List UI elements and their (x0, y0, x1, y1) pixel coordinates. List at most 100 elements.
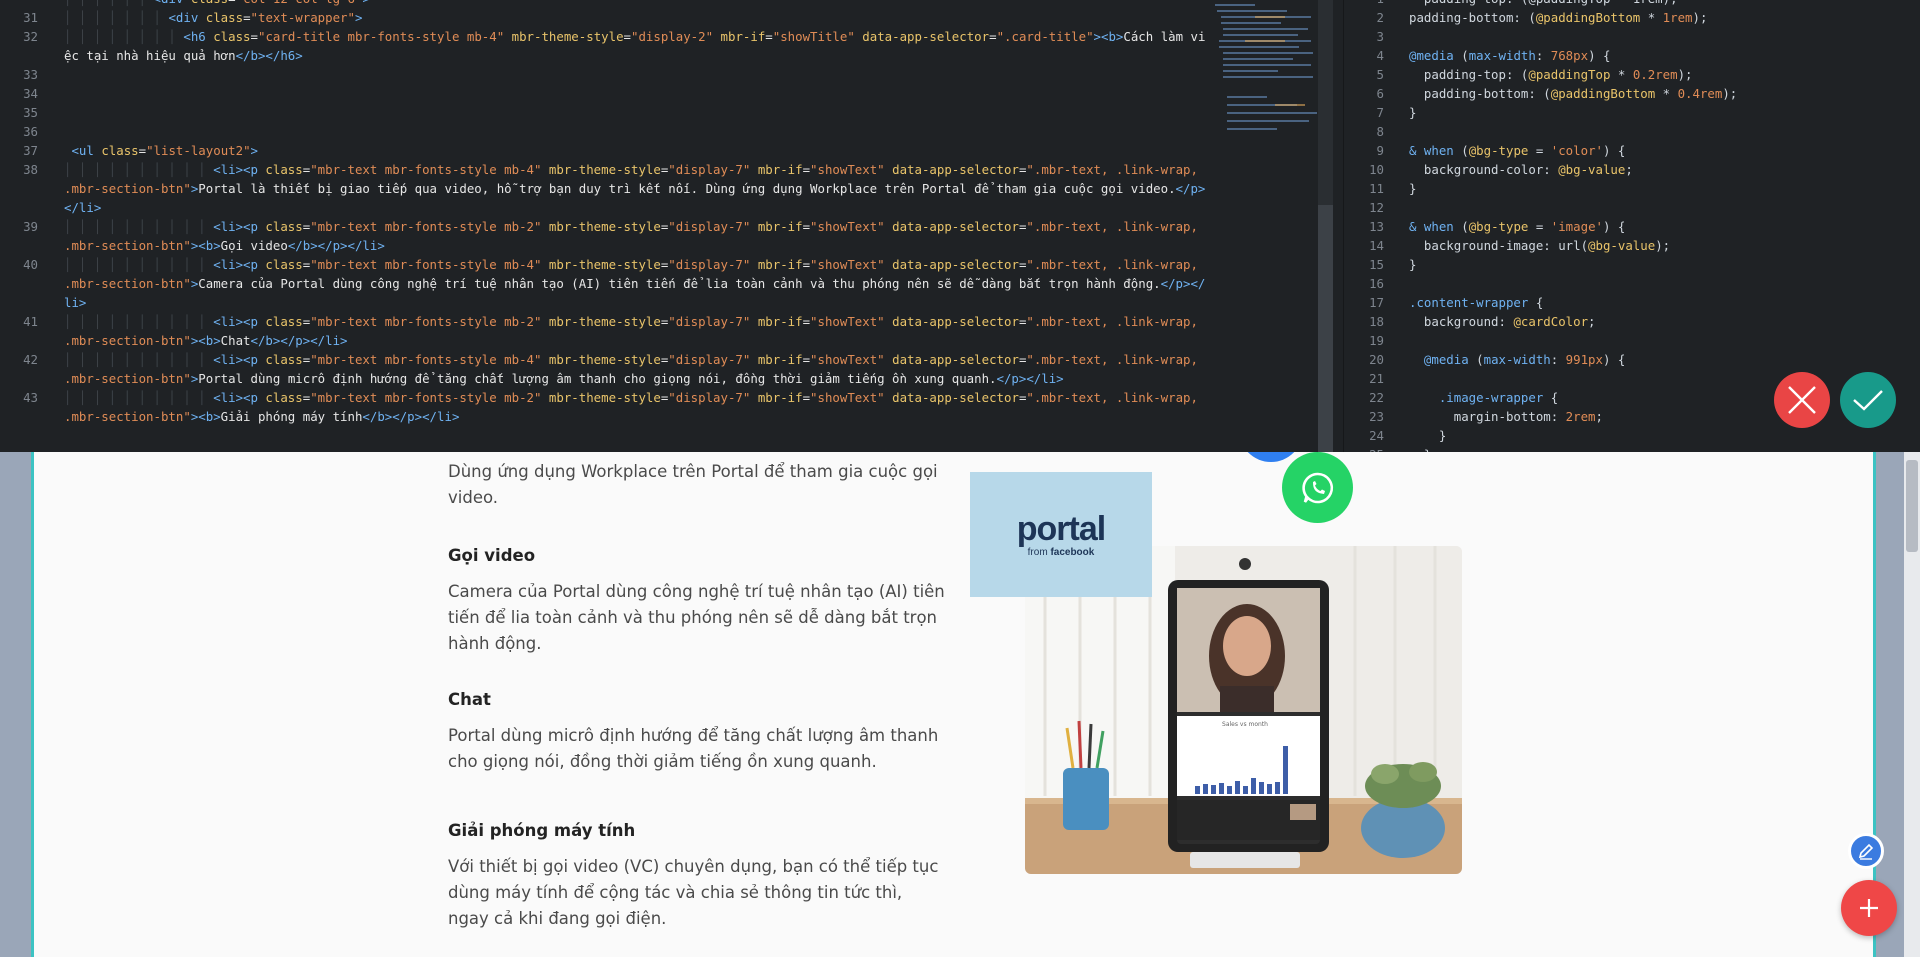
html-code-token: class (265, 257, 303, 272)
html-code-token: > (354, 10, 363, 25)
css-code-line[interactable]: 7} (1344, 103, 1737, 122)
css-code-lines[interactable]: 1 padding-top: (@paddingTop * 1rem); 2 pad… (1344, 0, 1737, 452)
css-code-line[interactable]: 8 (1344, 122, 1737, 141)
css-code-line[interactable]: 10 background-color: @bg-value; (1344, 160, 1737, 179)
css-code-line[interactable]: 4 @media (max-width: 768px) { (1344, 46, 1737, 65)
html-code-line[interactable]: 39 │ │ │ │ │ │ │ │ │ │ <li><p class = "mbr-… (0, 217, 1210, 255)
html-code-token: "showText" (810, 219, 885, 234)
css-code-line[interactable]: 21 (1344, 369, 1737, 388)
html-code-line[interactable]: 42 │ │ │ │ │ │ │ │ │ │ <li><p class = "mbr-… (0, 350, 1210, 388)
item-text-video-call: Camera của Portal dùng công nghệ trí tuệ… (448, 582, 945, 653)
css-code-token: ) { (1602, 219, 1626, 234)
html-code-token: "display-7" (668, 390, 751, 405)
item-heading-free-computer: Giải phóng máy tính (448, 821, 636, 840)
css-code-line[interactable]: 2 padding-bottom: (@paddingBottom * 1rem)… (1344, 8, 1737, 27)
css-line-number: 7 (1376, 105, 1384, 120)
html-empty-line (64, 67, 71, 82)
close-icon (1788, 386, 1816, 414)
confirm-button[interactable] (1840, 372, 1896, 428)
css-code-line[interactable]: 11} (1344, 179, 1737, 198)
portal-logo-subtitle: from facebook (1028, 547, 1095, 558)
css-code-line[interactable]: 23 margin-bottom: 2rem; (1344, 407, 1737, 426)
css-line-number: 5 (1376, 67, 1384, 82)
html-code-line[interactable]: 31 │ │ │ │ │ │ │ <div class="text-wrapper… (0, 8, 1210, 27)
css-code-line[interactable]: 12 (1344, 198, 1737, 217)
html-editor-scrollbar-thumb[interactable] (1318, 205, 1333, 452)
css-code-line[interactable]: 25 } (1344, 445, 1737, 452)
css-code-line[interactable]: 17 .content-wrapper { (1344, 293, 1737, 312)
html-code-line[interactable]: │ │ │ │ │ │ <div class="col-12 col-lg-6"… (0, 0, 1210, 8)
html-code-token: "mbr-text mbr-fonts-style mb-2" (310, 219, 542, 234)
css-code-line[interactable]: 19 (1344, 331, 1737, 350)
html-line-number: 31 (23, 10, 38, 25)
css-code-line[interactable]: 20 @media (max-width: 991px) { (1344, 350, 1737, 369)
html-code-line[interactable]: 33 (0, 65, 1210, 84)
cancel-button[interactable] (1774, 372, 1830, 428)
css-code-line[interactable]: 1 padding-top: (@paddingTop * 1rem); (1344, 0, 1737, 8)
html-line-number: 33 (23, 67, 38, 82)
css-code-line[interactable]: 14 background-image: url(@bg-value); (1344, 236, 1737, 255)
html-code-line[interactable]: 36 (0, 122, 1210, 141)
css-code-token: background: (1409, 314, 1514, 329)
html-code-token: ><b> (190, 238, 221, 253)
html-code-line[interactable]: 32 │ │ │ │ │ │ │ │ <h6 class="card-title … (0, 27, 1210, 65)
css-code-token: ) { (1602, 143, 1626, 158)
html-code-token: ><b> (190, 409, 221, 424)
css-code-line[interactable]: 9 & when (@bg-type = 'color') { (1344, 141, 1737, 160)
css-code-line[interactable]: 6 padding-bottom: (@paddingBottom * 0.4r… (1344, 84, 1738, 103)
css-code-token: ( (1453, 48, 1469, 63)
css-line-number: 9 (1376, 143, 1384, 158)
css-line-number: 4 (1376, 48, 1384, 63)
html-code-line[interactable]: 34 (0, 84, 1210, 103)
css-code-token: ; (1595, 409, 1603, 424)
html-line-number: 42 (23, 352, 38, 367)
html-code-token: data-app-selector (884, 219, 1019, 234)
html-code-token: │ │ │ │ │ │ │ │ │ │ (64, 352, 214, 367)
css-code-line[interactable]: 22 .image-wrapper { (1344, 388, 1737, 407)
css-code-line[interactable]: 13 & when (@bg-type = 'image') { (1344, 217, 1737, 236)
html-editor-pane[interactable]: │ │ │ │ │ │ <div class="col-12 col-lg-6"… (0, 0, 1333, 452)
css-code-token: { (1543, 390, 1559, 405)
html-code-line[interactable]: 35 (0, 103, 1210, 122)
html-code-token: data-app-selector (884, 352, 1019, 367)
html-code-line[interactable]: 38 │ │ │ │ │ │ │ │ │ │ <li><p class = "mbr-… (0, 160, 1210, 217)
add-block-button[interactable] (1841, 880, 1897, 936)
css-code-token: @media (1409, 48, 1454, 63)
html-code-line[interactable]: 41 │ │ │ │ │ │ │ │ │ │ <li><p class = "mbr-… (0, 312, 1210, 350)
css-code-line[interactable]: 18 background: @cardColor; (1344, 312, 1737, 331)
html-code-token: mbr-theme-style (541, 352, 661, 367)
html-code-token: <div (168, 10, 206, 25)
portal-logo: portal from facebook (970, 472, 1152, 597)
edit-button[interactable] (1848, 833, 1884, 869)
css-line-number: 24 (1369, 428, 1384, 443)
css-code-line[interactable]: 15} (1344, 255, 1737, 274)
html-code-line[interactable]: 40 │ │ │ │ │ │ │ │ │ │ <li><p class = "mbr-… (0, 255, 1210, 312)
preview-scrollbar-thumb[interactable] (1906, 460, 1918, 552)
html-code-token: "text-wrapper" (250, 10, 355, 25)
css-code-token: ); (1677, 67, 1693, 82)
html-code-line[interactable]: 37 <ul class="list-layout2"> (0, 141, 1210, 160)
css-code-token: background-image: url( (1409, 238, 1589, 253)
html-minimap[interactable] (1215, 0, 1333, 155)
css-code-token: * (1655, 86, 1678, 101)
css-editor-pane[interactable]: 1 padding-top: (@paddingTop * 1rem); 2 pad… (1343, 0, 1920, 452)
css-line-number: 25 (1344, 445, 1384, 452)
css-code-token: ; (1625, 162, 1633, 177)
whatsapp-button[interactable] (1282, 452, 1353, 523)
css-code-line[interactable]: 24 } (1344, 426, 1737, 445)
css-code-line[interactable]: 5 padding-top: (@paddingTop * 0.2rem); (1344, 65, 1737, 84)
device-screen-chart-title: Sales vs month (1222, 721, 1268, 728)
css-code-token: & when (1409, 143, 1454, 158)
whatsapp-icon (1301, 472, 1333, 503)
css-code-line[interactable]: 16 (1344, 274, 1737, 293)
html-code-lines[interactable]: │ │ │ │ │ │ <div class="col-12 col-lg-6"… (0, 0, 1210, 426)
html-code-token: "mbr-text mbr-fonts-style mb-4" (310, 162, 542, 177)
html-code-token: "display-7" (668, 314, 751, 329)
css-code-token: ; (1588, 314, 1596, 329)
css-code-token: @media (1409, 352, 1469, 367)
css-code-line[interactable]: 3 (1344, 27, 1737, 46)
css-code-token: ) { (1588, 48, 1611, 63)
html-code-line[interactable]: 43 │ │ │ │ │ │ │ │ │ │ <li><p class = "mbr-… (0, 388, 1210, 426)
html-code-token: <li><p (213, 219, 266, 234)
html-code-token: "mbr-text mbr-fonts-style mb-2" (310, 314, 542, 329)
